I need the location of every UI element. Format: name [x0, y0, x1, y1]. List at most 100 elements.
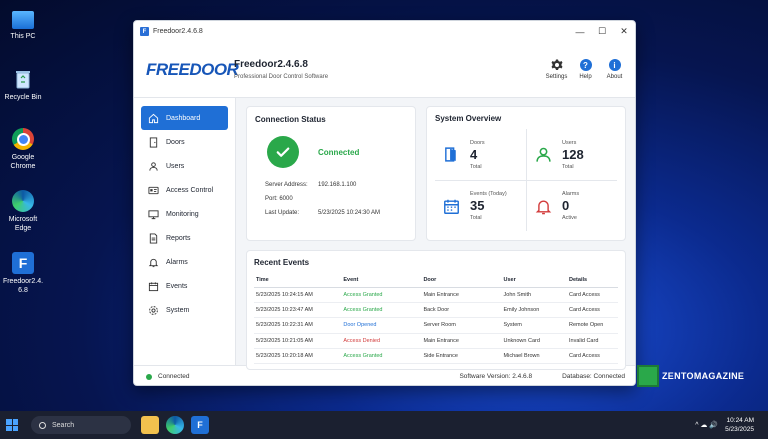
desktop-icon-label: Google Chrome: [10, 154, 36, 170]
info-icon: i: [608, 59, 621, 71]
home-icon: [148, 113, 159, 123]
desktop-icon-recycle-bin[interactable]: Recycle Bin: [0, 68, 46, 102]
sidebar-item-access-control[interactable]: Access Control: [141, 178, 228, 202]
event-time: 5/23/2025 10:21:05 AM: [254, 333, 342, 350]
taskbar-clock[interactable]: 10:24 AM 5/23/2025: [725, 416, 754, 434]
settings-button[interactable]: Settings: [542, 59, 571, 80]
sidebar-item-doors[interactable]: Doors: [141, 130, 228, 154]
taskbar-search[interactable]: Search: [31, 416, 131, 434]
sidebar-item-system[interactable]: System: [141, 298, 228, 322]
event-time: 5/23/2025 10:22:31 AM: [254, 317, 342, 334]
app-body: Dashboard Doors Users Access Control Mon…: [134, 98, 635, 370]
event-type: Access Granted: [341, 302, 422, 319]
sidebar-item-monitoring[interactable]: Monitoring: [141, 202, 228, 226]
calendar-icon: [148, 281, 159, 291]
settings-label: Settings: [545, 74, 568, 80]
desktop-icon-freedoor[interactable]: F Freedoor2.4.6.8: [0, 252, 46, 295]
overview-label: Events (Today): [470, 191, 507, 197]
user-icon: [536, 147, 551, 162]
computer-icon: [12, 11, 34, 29]
watermark: ZENTOMAGAZINE: [637, 365, 744, 387]
system-tray: ^ ☁ 🔊 10:24 AM 5/23/2025: [695, 416, 768, 434]
sidebar-item-label: Alarms: [166, 258, 188, 266]
overview-users[interactable]: Users 128 Total: [526, 129, 617, 180]
check-icon: [267, 136, 299, 168]
overview-alarms[interactable]: Alarms 0 Active: [526, 180, 617, 231]
close-button[interactable]: ✕: [613, 21, 635, 42]
column-header[interactable]: Event: [341, 273, 422, 288]
overview-doors[interactable]: Doors 4 Total: [435, 129, 526, 180]
edge-icon: [12, 190, 34, 212]
overview-foot: Total: [470, 215, 482, 221]
door-icon: [149, 136, 158, 148]
help-icon: ?: [579, 59, 592, 71]
port-row: Port: 6000: [255, 196, 407, 202]
table-row[interactable]: 5/23/2025 10:23:47 AM Access Granted Back …: [254, 302, 618, 319]
column-header[interactable]: Details: [567, 273, 618, 288]
table-row[interactable]: 5/23/2025 10:20:18 AM Access Granted Side …: [254, 348, 618, 365]
file-explorer-icon[interactable]: [141, 416, 159, 434]
column-header[interactable]: User: [501, 273, 568, 288]
freedoor-app-icon: F: [12, 252, 34, 274]
sidebar-item-label: Monitoring: [166, 210, 199, 218]
event-door: Side Entrance: [421, 348, 502, 365]
connection-status-card: Connection Status Connected Server Addre…: [246, 106, 416, 241]
table-row[interactable]: 5/23/2025 10:21:05 AM Access Denied Main E…: [254, 333, 618, 350]
desktop-icon-this-pc[interactable]: This PC: [0, 8, 46, 41]
bell-icon: [148, 258, 159, 267]
tray-icons[interactable]: ^ ☁ 🔊: [695, 421, 718, 429]
sidebar-item-label: Users: [166, 162, 185, 170]
table-row[interactable]: 5/23/2025 10:24:15 AM Access Granted Main …: [254, 287, 618, 303]
edge-icon[interactable]: [166, 416, 184, 434]
help-label: Help: [579, 74, 592, 80]
event-type: Access Granted: [341, 287, 422, 303]
door-icon: [445, 147, 456, 162]
event-type: Access Denied: [341, 333, 422, 350]
watermark-text: ZENTOMAGAZINE: [662, 371, 745, 381]
event-type: Access Granted: [341, 348, 422, 365]
sidebar-item-alarms[interactable]: Alarms: [141, 250, 228, 274]
column-header[interactable]: Door: [421, 273, 502, 288]
sidebar-item-label: Reports: [166, 234, 191, 242]
table-row[interactable]: 5/23/2025 10:22:31 AM Door Opened Server R…: [254, 317, 618, 334]
sidebar-item-users[interactable]: Users: [141, 154, 228, 178]
app-icon: F: [140, 27, 149, 36]
event-door: Back Door: [421, 302, 502, 319]
help-button[interactable]: ? Help: [571, 59, 600, 80]
sidebar-item-events[interactable]: Events: [141, 274, 228, 298]
sidebar-item-reports[interactable]: Reports: [141, 226, 228, 250]
server-address-row: Server Address: 192.168.1.100: [255, 182, 407, 188]
maximize-button[interactable]: ☐: [591, 21, 613, 42]
status-database: Database: Connected: [562, 373, 625, 380]
overview-value: 128: [562, 146, 584, 162]
app-subtitle: Professional Door Control Software: [234, 74, 329, 80]
overview-events[interactable]: Events (Today) 35 Total: [435, 180, 526, 231]
app-header: FREEDOOR Freedoor2.4.6.8 Professional Do…: [134, 42, 635, 98]
event-time: 5/23/2025 10:23:47 AM: [254, 302, 342, 319]
table-header-row: Time Event Door User Details: [254, 273, 618, 288]
column-header[interactable]: Time: [254, 273, 342, 288]
desktop-icon-label: This PC: [10, 33, 36, 40]
last-update-label: Last Update:: [265, 210, 300, 216]
desktop-icon-label: Microsoft Edge: [8, 216, 38, 232]
desktop-icon-microsoft-edge[interactable]: Microsoft Edge: [0, 190, 46, 233]
desktop-icon-google-chrome[interactable]: Google Chrome: [0, 128, 46, 171]
windows-start-icon[interactable]: [6, 419, 18, 431]
sidebar-item-label: Access Control: [166, 186, 214, 194]
event-door: Server Room: [421, 317, 502, 334]
sidebar-item-label: System: [166, 306, 190, 314]
connection-status-text: Connected: [318, 147, 360, 157]
overview-label: Doors: [470, 139, 485, 146]
chrome-icon: [12, 128, 34, 150]
about-button[interactable]: i About: [600, 59, 629, 80]
freedoor-logo: FREEDOOR: [146, 59, 239, 79]
event-door: Main Entrance: [421, 333, 502, 350]
event-details: Card Access: [567, 348, 618, 365]
title-bar[interactable]: F Freedoor2.4.6.8 — ☐ ✕: [134, 21, 635, 42]
overview-foot: Active: [562, 215, 577, 221]
taskbar: Search F ^ ☁ 🔊 10:24 AM 5/23/2025: [0, 411, 768, 439]
freedoor-taskbar-icon[interactable]: F: [191, 416, 209, 434]
minimize-button[interactable]: —: [569, 21, 591, 42]
overview-label: Users: [562, 139, 577, 146]
sidebar-item-dashboard[interactable]: Dashboard: [141, 106, 228, 130]
